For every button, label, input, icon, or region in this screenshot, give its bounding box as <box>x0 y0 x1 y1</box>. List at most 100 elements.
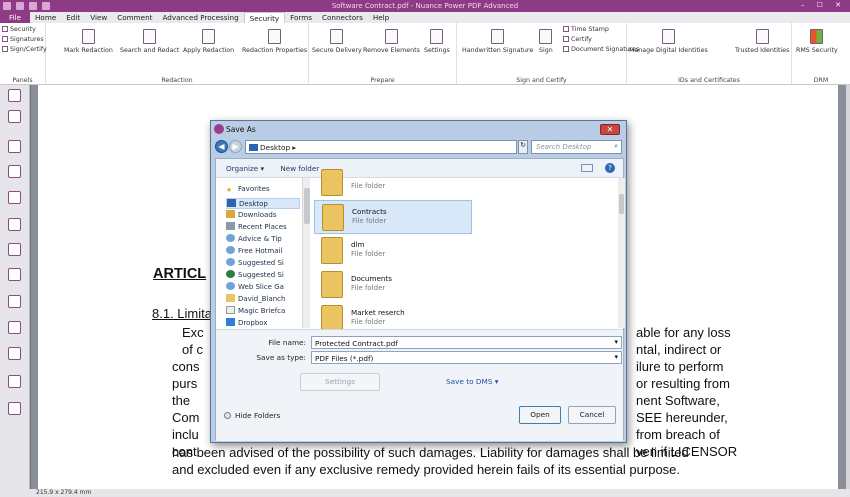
secure-delivery-button[interactable]: Secure Delivery <box>312 29 362 54</box>
right-line: nent Software, <box>636 393 720 408</box>
redaction-properties-button[interactable]: Redaction Properties <box>242 29 307 54</box>
left-line: inclu <box>172 427 199 442</box>
attachment-icon[interactable] <box>8 191 21 204</box>
group-caption: Redaction <box>161 77 193 84</box>
navigation-pane: ★ Favorites Desktop Downloads Recent Plac… <box>216 178 302 328</box>
nav-link[interactable]: Suggested Si <box>226 270 300 279</box>
left-line: purs <box>172 376 198 391</box>
pages-icon[interactable] <box>8 165 21 178</box>
attachment-panel-icon[interactable] <box>8 402 21 415</box>
rms-security-button[interactable]: RMS Security <box>796 29 838 54</box>
file-name-label: File name: <box>268 338 306 347</box>
file-scroll-thumb[interactable] <box>619 194 624 214</box>
help-icon[interactable]: ? <box>605 163 615 173</box>
star-icon: ★ <box>226 186 233 194</box>
nav-folder[interactable]: David_Blanch <box>226 294 300 303</box>
breadcrumb-location: Desktop ▸ <box>260 143 297 152</box>
time-stamp-button[interactable]: Time Stamp <box>563 26 609 33</box>
document-scrollbar[interactable] <box>846 85 850 489</box>
article-heading: ARTICL <box>153 266 207 282</box>
certify-button[interactable]: Certify <box>563 36 592 43</box>
chevron-down-icon[interactable]: ▾ <box>614 353 618 361</box>
settings-dialog-button[interactable]: Settings <box>300 373 380 391</box>
menu-connectors[interactable]: Connectors <box>317 12 368 23</box>
nav-folder[interactable]: Magic Briefca <box>226 306 300 315</box>
envelope-icon[interactable] <box>8 375 21 388</box>
group-ids: Manage Digital Identities Trusted Identi… <box>627 23 792 85</box>
chevron-down-icon[interactable]: ▾ <box>614 338 618 346</box>
handwritten-signature-button[interactable]: Handwritten Signature <box>462 29 533 54</box>
save-type-select[interactable]: PDF Files (*.pdf) ▾ <box>311 351 622 364</box>
dialog-content: Organize ▾ New folder ? ★ Favorites Deskt… <box>215 158 625 441</box>
redaction-properties-icon <box>268 29 282 44</box>
ribbon: Security Signatures Sign/Certify Panels … <box>0 23 850 85</box>
mark-redaction-button[interactable]: Mark Redaction <box>64 29 113 54</box>
hide-folders-toggle[interactable]: Hide Folders <box>224 411 280 420</box>
file-name-field[interactable]: Protected Contract.pdf ▾ <box>311 336 622 349</box>
certify-panel-icon[interactable] <box>8 347 21 360</box>
open-button[interactable]: Open <box>519 406 561 424</box>
nav-recent-places[interactable]: Recent Places <box>226 222 300 231</box>
nav-scrollbar[interactable] <box>302 178 310 328</box>
right-line: or resulting from <box>636 376 730 391</box>
nav-desktop[interactable]: Desktop <box>226 198 300 209</box>
list-item[interactable]: Contracts File folder <box>314 200 472 234</box>
nav-dropbox[interactable]: Dropbox <box>226 318 300 327</box>
nav-scroll-thumb[interactable] <box>304 188 310 224</box>
search-input[interactable]: Search Desktop ⌕ <box>531 140 622 154</box>
nav-link[interactable]: Free Hotmail <box>226 246 300 255</box>
hand-tool-icon[interactable] <box>8 89 21 102</box>
list-item[interactable]: File folder <box>314 166 472 200</box>
nav-link[interactable]: Web Slice Ga <box>226 282 300 291</box>
apply-redaction-button[interactable]: Apply Redaction <box>183 29 234 54</box>
manage-digital-identities-button[interactable]: Manage Digital Identities <box>629 29 708 54</box>
menu-home[interactable]: Home <box>30 12 61 23</box>
window-controls[interactable]: – ☐ ✕ <box>801 1 846 9</box>
panel-signatures[interactable]: Signatures <box>2 36 44 43</box>
sign-button[interactable]: Sign <box>539 29 553 54</box>
settings-button[interactable]: Settings <box>424 29 450 54</box>
search-redact-button[interactable]: Search and Redact <box>120 29 179 54</box>
nav-favorites[interactable]: ★ Favorites <box>226 185 300 194</box>
signature-panel-icon[interactable] <box>8 218 21 231</box>
nav-link[interactable]: Advice & Tip <box>226 234 300 243</box>
breadcrumb[interactable]: Desktop ▸ <box>245 140 517 154</box>
select-tool-icon[interactable] <box>8 110 21 123</box>
file-list-scrollbar[interactable] <box>618 178 625 328</box>
app-logo-icon <box>214 124 224 134</box>
trusted-identities-button[interactable]: Trusted Identities <box>735 29 789 54</box>
lock-icon[interactable] <box>8 321 21 334</box>
save-to-dms-link[interactable]: Save to DMS ▾ <box>446 377 498 386</box>
refresh-icon[interactable]: ↻ <box>518 140 528 154</box>
forward-arrow-icon[interactable]: ▶ <box>229 140 242 153</box>
menu-comment[interactable]: Comment <box>112 12 157 23</box>
panel-sign-certify[interactable]: Sign/Certify <box>2 46 47 53</box>
menu-forms[interactable]: Forms <box>285 12 317 23</box>
bookmark-icon[interactable] <box>8 140 21 153</box>
save-form: File name: Protected Contract.pdf ▾ Save … <box>216 329 623 441</box>
body-line: and excluded even if any exclusive remed… <box>172 462 681 477</box>
menu-advanced-processing[interactable]: Advanced Processing <box>157 12 243 23</box>
list-item[interactable]: dlm File folder <box>314 234 472 268</box>
menu-edit[interactable]: Edit <box>61 12 85 23</box>
back-arrow-icon[interactable]: ◀ <box>215 140 228 153</box>
stamp-icon[interactable] <box>8 295 21 308</box>
organize-button[interactable]: Organize ▾ <box>226 164 264 173</box>
list-item[interactable]: Documents File folder <box>314 268 472 302</box>
view-options-icon[interactable] <box>581 164 593 172</box>
remove-elements-button[interactable]: Remove Elements <box>363 29 420 54</box>
folder-icon <box>321 237 343 264</box>
cancel-button[interactable]: Cancel <box>568 406 616 424</box>
group-caption: Sign and Certify <box>516 77 567 84</box>
menu-security[interactable]: Security <box>243 12 286 23</box>
nav-link[interactable]: Suggested Si <box>226 258 300 267</box>
menu-view[interactable]: View <box>85 12 112 23</box>
form-icon[interactable] <box>8 243 21 256</box>
checkmark-icon[interactable] <box>8 268 21 281</box>
menu-file[interactable]: File <box>0 12 31 23</box>
dialog-close-button[interactable]: ✕ <box>600 124 620 135</box>
pen-icon <box>491 29 505 44</box>
menu-help[interactable]: Help <box>368 12 394 23</box>
nav-downloads[interactable]: Downloads <box>226 210 300 219</box>
panel-security[interactable]: Security <box>2 26 36 33</box>
